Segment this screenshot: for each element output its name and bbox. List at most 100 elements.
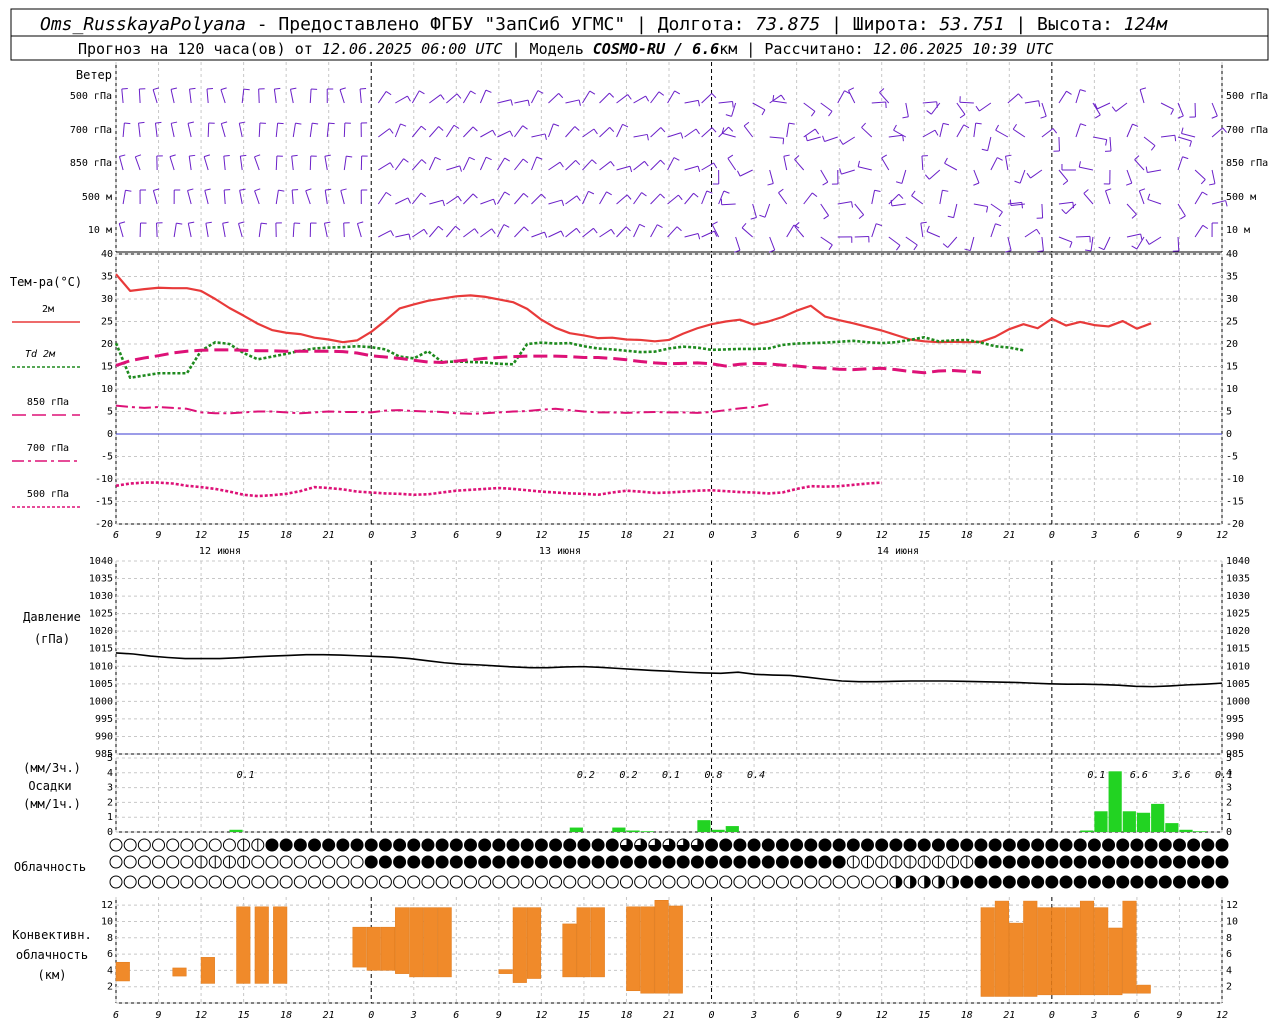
wind-barb-feather (1105, 188, 1112, 192)
wind-barb (1083, 193, 1094, 205)
cloud-cover-pictogram (308, 875, 322, 889)
wind-barb (722, 132, 736, 138)
cloud-cover-pictogram (605, 838, 619, 852)
wind-barb (1160, 134, 1175, 138)
wind-barb (735, 236, 741, 251)
cloud-cover-pictogram (123, 855, 137, 869)
conv-bar (576, 907, 591, 978)
cloud-cover-pictogram (1073, 875, 1087, 889)
temp-tick-label-right: 25 (1226, 317, 1238, 328)
wind-barb-feather (680, 132, 684, 139)
cloud-cover-pictogram (1102, 855, 1116, 869)
wind-barb-feather (561, 199, 565, 206)
conv-bar (1037, 907, 1052, 996)
cloud-cover-pictogram (1116, 855, 1130, 869)
wind-barb (378, 230, 391, 238)
wind-barb (324, 156, 328, 171)
wind-barb-feather (986, 206, 989, 213)
wind-barb-feather (839, 139, 844, 145)
wind-barb-feather (1069, 241, 1073, 248)
wind-barb-feather (121, 88, 128, 90)
conv-bar (980, 907, 995, 997)
conv-bar (423, 907, 438, 978)
wind-barb-feather (1062, 180, 1069, 186)
wind-barb-feather (725, 114, 732, 117)
wind-barb-feather (644, 161, 649, 167)
cloud-cover-pictogram (506, 855, 520, 869)
precip-bar (1151, 803, 1165, 832)
wind-barb-feather (981, 148, 988, 152)
wind-barb (684, 99, 699, 104)
wind-barb-feather (695, 128, 700, 135)
wind-barb (530, 156, 538, 171)
cloud-cover-pictogram (308, 855, 322, 869)
wind-barb (871, 223, 877, 238)
wind-barb (239, 156, 243, 171)
bottom-hour-label: 0 (709, 1010, 715, 1021)
bottom-hour-label: 12 (535, 1010, 547, 1021)
wind-barb (987, 136, 992, 151)
wind-barb-feather (1066, 90, 1072, 95)
wind-barb (803, 102, 816, 112)
wind-barb (820, 169, 829, 183)
wind-barb (633, 192, 642, 205)
cloud-cover-pictogram (690, 875, 704, 889)
cloud-cover-pictogram (166, 875, 180, 889)
wind-barb-feather (1052, 128, 1058, 134)
cloud-cover-pictogram (733, 875, 747, 889)
wind-barb (842, 136, 856, 145)
cloud-cover-pictogram (719, 838, 733, 852)
precip-tick-label-right: 2 (1226, 797, 1232, 808)
wind-barb-feather (1189, 140, 1192, 147)
wind-barb (170, 123, 175, 138)
wind-barb (1160, 102, 1174, 110)
cloud-cover-pictogram (662, 875, 676, 889)
wind-barb (854, 235, 869, 238)
wind-level-label: 500 гПа (70, 91, 112, 102)
wind-barb (377, 91, 387, 104)
wind-barb (944, 162, 958, 171)
wind-barb (292, 222, 295, 238)
wind-barb (152, 190, 158, 205)
wind-barb-feather (1080, 123, 1087, 127)
wind-barb-feather (674, 90, 681, 95)
temp-tick-label: 25 (101, 317, 113, 328)
cloud-cover-pictogram (1045, 855, 1059, 869)
temp-tick-label: -10 (95, 474, 113, 485)
wind-barb (650, 159, 661, 171)
cloud-cover-pictogram (251, 855, 265, 869)
cloud-cover-pictogram (591, 855, 605, 869)
wind-barb (1092, 136, 1107, 141)
wind-barb (743, 125, 754, 138)
wind-barb-feather (660, 159, 666, 165)
temp-series-line (115, 273, 1152, 344)
wind-barb-feather (544, 133, 547, 140)
wind-barb (820, 236, 833, 246)
cloud-cover-pictogram (875, 838, 889, 852)
wind-barb-feather (169, 154, 176, 158)
precip-tick-label-right: 1 (1226, 812, 1232, 823)
wind-barb-feather (188, 221, 195, 224)
wind-barb-feather (472, 126, 478, 132)
cloud-cover-pictogram (251, 875, 265, 889)
day-label: 14 июня (877, 546, 919, 557)
wind-barb (979, 102, 992, 112)
wind-barb-feather (622, 123, 629, 128)
calc-time: 12.06.2025 10:39 UTC (873, 40, 1054, 58)
wind-barb (633, 160, 645, 171)
wind-barb (1058, 136, 1060, 152)
temp-tick-label-right: 30 (1226, 294, 1238, 305)
wind-barb-feather (1139, 87, 1147, 91)
precip-3h-total: 0.8 (705, 770, 723, 781)
conv-bar (562, 923, 577, 978)
wind-barb-feather (1026, 172, 1031, 179)
cloud-cover-pictogram (364, 855, 378, 869)
cloud-cover-pictogram (591, 875, 605, 889)
wind-barb-feather (206, 88, 214, 90)
wind-barb (956, 124, 965, 138)
wind-barb-feather (223, 154, 230, 157)
cloud-cover-pictogram (194, 875, 208, 889)
conv-bar (115, 961, 130, 982)
cloud-cover-pictogram (889, 838, 903, 852)
cloud-title: Облачность (14, 860, 86, 874)
